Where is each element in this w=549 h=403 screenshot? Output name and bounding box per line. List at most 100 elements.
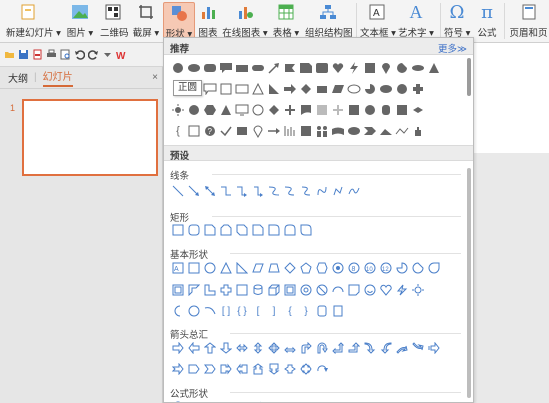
frame-preset-icon[interactable] xyxy=(170,283,186,297)
vertical-textbox-icon[interactable] xyxy=(186,261,202,275)
arrow-diagonal-shape-icon[interactable] xyxy=(266,61,282,75)
curved-connector-shape-icon[interactable] xyxy=(266,184,282,198)
donut-preset-icon[interactable] xyxy=(298,283,314,297)
right-bracket-preset-icon[interactable]: ] xyxy=(266,304,282,318)
arrow-right-line-shape-icon[interactable] xyxy=(266,124,282,138)
square-shape-icon[interactable] xyxy=(362,61,378,75)
folded-corner-preset-icon[interactable] xyxy=(346,283,362,297)
chord-shape-icon[interactable] xyxy=(394,82,410,96)
chevron-shape-icon[interactable] xyxy=(362,124,378,138)
pill-shape-icon[interactable] xyxy=(250,61,266,75)
save-icon[interactable] xyxy=(18,49,29,60)
quad-arrow-preset-icon[interactable] xyxy=(266,341,282,355)
curved-left-arrow-preset-icon[interactable] xyxy=(378,341,394,355)
pie-preset-icon[interactable] xyxy=(394,261,410,275)
close-icon[interactable]: × xyxy=(152,72,158,83)
arc-preset-icon[interactable] xyxy=(202,304,218,318)
round-single-corner-icon[interactable] xyxy=(266,223,282,237)
l-shape-preset-icon[interactable] xyxy=(202,283,218,297)
up-callout-arrow-preset-icon[interactable] xyxy=(250,362,266,376)
left-callout-arrow-preset-icon[interactable] xyxy=(234,362,250,376)
oval-outline-shape-icon[interactable] xyxy=(346,82,362,96)
circle-outline-shape-icon[interactable] xyxy=(250,103,266,117)
circle-shape-icon[interactable] xyxy=(170,61,186,75)
callout-shape-icon[interactable] xyxy=(218,61,234,75)
circle-solid-shape-icon[interactable] xyxy=(362,103,378,117)
moon-preset-icon[interactable] xyxy=(170,304,186,318)
slide-thumbnail[interactable] xyxy=(22,99,158,176)
bevel-preset-icon[interactable] xyxy=(282,283,298,297)
curved-up-arrow-preset-icon[interactable] xyxy=(394,341,410,355)
snip-same-side-icon[interactable] xyxy=(218,223,234,237)
hexagon-preset-icon[interactable] xyxy=(314,261,330,275)
cross-shape-icon[interactable] xyxy=(410,82,426,96)
undo-icon[interactable] xyxy=(74,49,85,60)
document-shape-icon[interactable] xyxy=(218,82,234,96)
qrcode-button[interactable]: 二维码 xyxy=(100,2,129,40)
curved-double-arrow-shape-icon[interactable] xyxy=(298,184,314,198)
table-button[interactable]: 表格 ▾ xyxy=(272,2,300,40)
pentagon-arrow-preset-icon[interactable] xyxy=(186,362,202,376)
mountain-shape-icon[interactable] xyxy=(378,124,394,138)
plaque-shape-icon[interactable] xyxy=(314,103,330,117)
elbow-arrow-shape-icon[interactable] xyxy=(234,184,250,198)
slide-canvas[interactable] xyxy=(474,43,549,153)
double-bracket-preset-icon[interactable]: [ ] xyxy=(218,304,234,318)
triangle-shape-icon-2[interactable] xyxy=(218,103,234,117)
elbow-double-arrow-shape-icon[interactable] xyxy=(250,184,266,198)
round-same-side-icon[interactable] xyxy=(282,223,298,237)
right-callout-arrow-preset-icon[interactable] xyxy=(218,362,234,376)
no-symbol-preset-icon[interactable] xyxy=(314,283,330,297)
left-right-callout-preset-icon[interactable] xyxy=(282,362,298,376)
snip-round-icon[interactable] xyxy=(250,223,266,237)
snip-diagonal-icon[interactable] xyxy=(234,223,250,237)
up-down-arrow-preset-icon[interactable] xyxy=(250,341,266,355)
rounded-rect-preset-icon[interactable] xyxy=(186,223,202,237)
striped-right-arrow-preset-icon[interactable] xyxy=(426,341,442,355)
shapes-button[interactable]: 形状 ▾ xyxy=(163,2,195,40)
diamond-shape-icon-2[interactable] xyxy=(266,103,282,117)
can-preset-icon[interactable] xyxy=(250,283,266,297)
chevron-down-icon[interactable] xyxy=(102,49,113,60)
heptagon-preset-icon[interactable] xyxy=(330,261,346,275)
rounded-rect-shape-icon[interactable] xyxy=(202,61,218,75)
double-brace-preset-icon[interactable]: { } xyxy=(234,304,250,318)
flag-shape-icon[interactable] xyxy=(282,61,298,75)
quad-callout-preset-icon[interactable] xyxy=(298,362,314,376)
rect-preset-icon[interactable] xyxy=(170,223,186,237)
right-triangle-preset-icon[interactable] xyxy=(234,261,250,275)
rect-shape-icon-4[interactable] xyxy=(234,124,250,138)
line-shape-icon[interactable] xyxy=(170,184,186,198)
curve-shape-icon[interactable] xyxy=(314,184,330,198)
triangle-outline-shape-icon[interactable] xyxy=(250,82,266,96)
down-callout-arrow-preset-icon[interactable] xyxy=(266,362,282,376)
arrow-line-shape-icon[interactable] xyxy=(186,184,202,198)
people-shape-icon[interactable] xyxy=(314,124,330,138)
rect-shape-icon-5[interactable] xyxy=(298,124,314,138)
open-folder-icon[interactable] xyxy=(4,49,15,60)
u-turn-arrow-preset-icon[interactable] xyxy=(314,341,330,355)
triangle-preset-icon[interactable] xyxy=(218,261,234,275)
print-icon[interactable] xyxy=(46,49,57,60)
bird-shape-icon[interactable] xyxy=(410,103,426,117)
pdf-icon[interactable] xyxy=(32,49,43,60)
symbol-button[interactable]: Ω 符号 ▾ xyxy=(444,2,470,40)
tab-slides[interactable]: 幻灯片 xyxy=(42,68,73,87)
redo-icon[interactable] xyxy=(88,49,99,60)
lightning-preset-icon[interactable] xyxy=(394,283,410,297)
preview-icon[interactable] xyxy=(60,49,71,60)
heart-shape-icon[interactable] xyxy=(330,61,346,75)
wave-banner-shape-icon[interactable] xyxy=(330,124,346,138)
parallelogram-shape-icon[interactable] xyxy=(330,82,346,96)
oval-preset-icon[interactable] xyxy=(202,261,218,275)
elbow-connector-shape-icon[interactable] xyxy=(218,184,234,198)
left-right-arrow-preset-icon[interactable] xyxy=(234,341,250,355)
block-arc-preset-icon[interactable] xyxy=(330,283,346,297)
rect-solid-shape-icon[interactable] xyxy=(346,103,362,117)
plus-shape-icon[interactable] xyxy=(282,103,298,117)
chart-button[interactable]: 图表 xyxy=(197,2,219,40)
wordart-button[interactable]: A 艺术字 ▾ xyxy=(398,2,434,40)
cloud-preset-icon[interactable] xyxy=(186,304,202,318)
ellipse-shape-icon[interactable] xyxy=(410,61,426,75)
octagon-preset-icon[interactable]: 8 xyxy=(346,261,362,275)
